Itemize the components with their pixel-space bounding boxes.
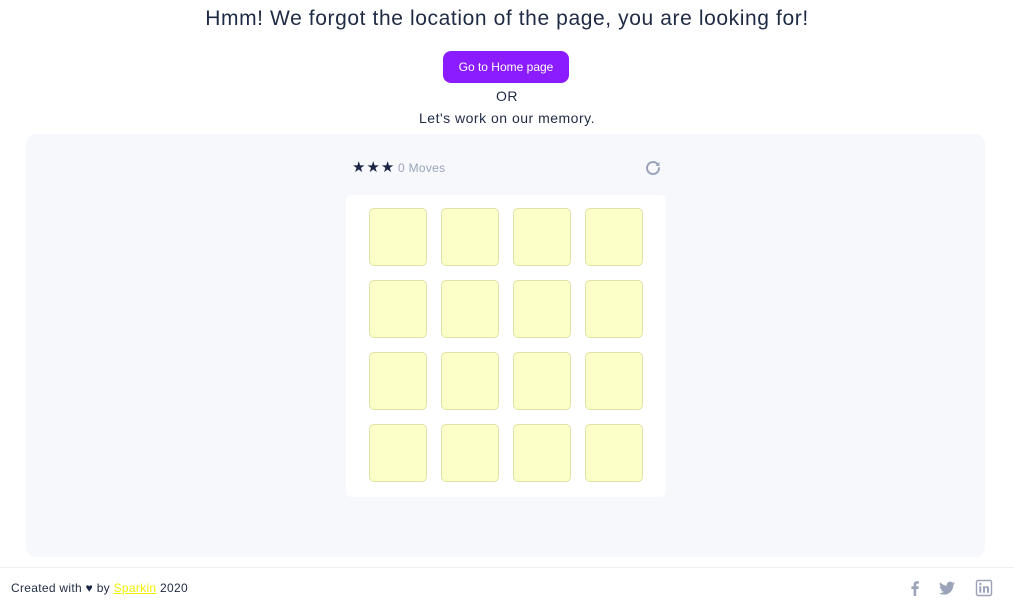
linkedin-icon[interactable] bbox=[975, 579, 993, 597]
twitter-icon[interactable] bbox=[938, 579, 956, 597]
page-title: Hmm! We forgot the location of the page,… bbox=[205, 7, 809, 30]
restart-icon[interactable] bbox=[644, 159, 662, 177]
credit-prefix: Created with bbox=[11, 581, 82, 595]
not-found-page: Hmm! We forgot the location of the page,… bbox=[0, 0, 1014, 608]
moves-counter: 0 Moves bbox=[398, 161, 446, 175]
memory-prompt: Let's work on our memory. bbox=[419, 110, 595, 126]
memory-game-panel: ★★★ 0 Moves bbox=[26, 134, 985, 557]
memory-card[interactable] bbox=[441, 208, 499, 266]
memory-card[interactable] bbox=[585, 424, 643, 482]
memory-card[interactable] bbox=[369, 208, 427, 266]
memory-card[interactable] bbox=[441, 424, 499, 482]
star-rating: ★★★ bbox=[352, 159, 396, 176]
memory-card[interactable] bbox=[585, 352, 643, 410]
or-separator: OR bbox=[496, 88, 518, 104]
memory-card[interactable] bbox=[585, 280, 643, 338]
memory-card[interactable] bbox=[513, 352, 571, 410]
footer-credit: Created with ♥ by Sparkin 2020 bbox=[11, 580, 188, 596]
memory-card[interactable] bbox=[513, 208, 571, 266]
memory-card[interactable] bbox=[441, 352, 499, 410]
memory-card[interactable] bbox=[369, 424, 427, 482]
card-deck bbox=[346, 195, 666, 497]
facebook-icon[interactable] bbox=[906, 579, 924, 597]
memory-card[interactable] bbox=[513, 280, 571, 338]
heart-icon: ♥ bbox=[85, 581, 94, 595]
credit-year: 2020 bbox=[160, 581, 188, 595]
credit-by: by bbox=[96, 581, 110, 595]
score-panel: ★★★ 0 Moves bbox=[350, 158, 662, 178]
memory-card[interactable] bbox=[369, 352, 427, 410]
memory-card[interactable] bbox=[369, 280, 427, 338]
footer: Created with ♥ by Sparkin 2020 bbox=[0, 567, 1014, 608]
memory-card[interactable] bbox=[513, 424, 571, 482]
memory-card[interactable] bbox=[585, 208, 643, 266]
sparkin-link[interactable]: Sparkin bbox=[114, 581, 157, 595]
memory-card[interactable] bbox=[441, 280, 499, 338]
go-home-button[interactable]: Go to Home page bbox=[443, 51, 569, 83]
